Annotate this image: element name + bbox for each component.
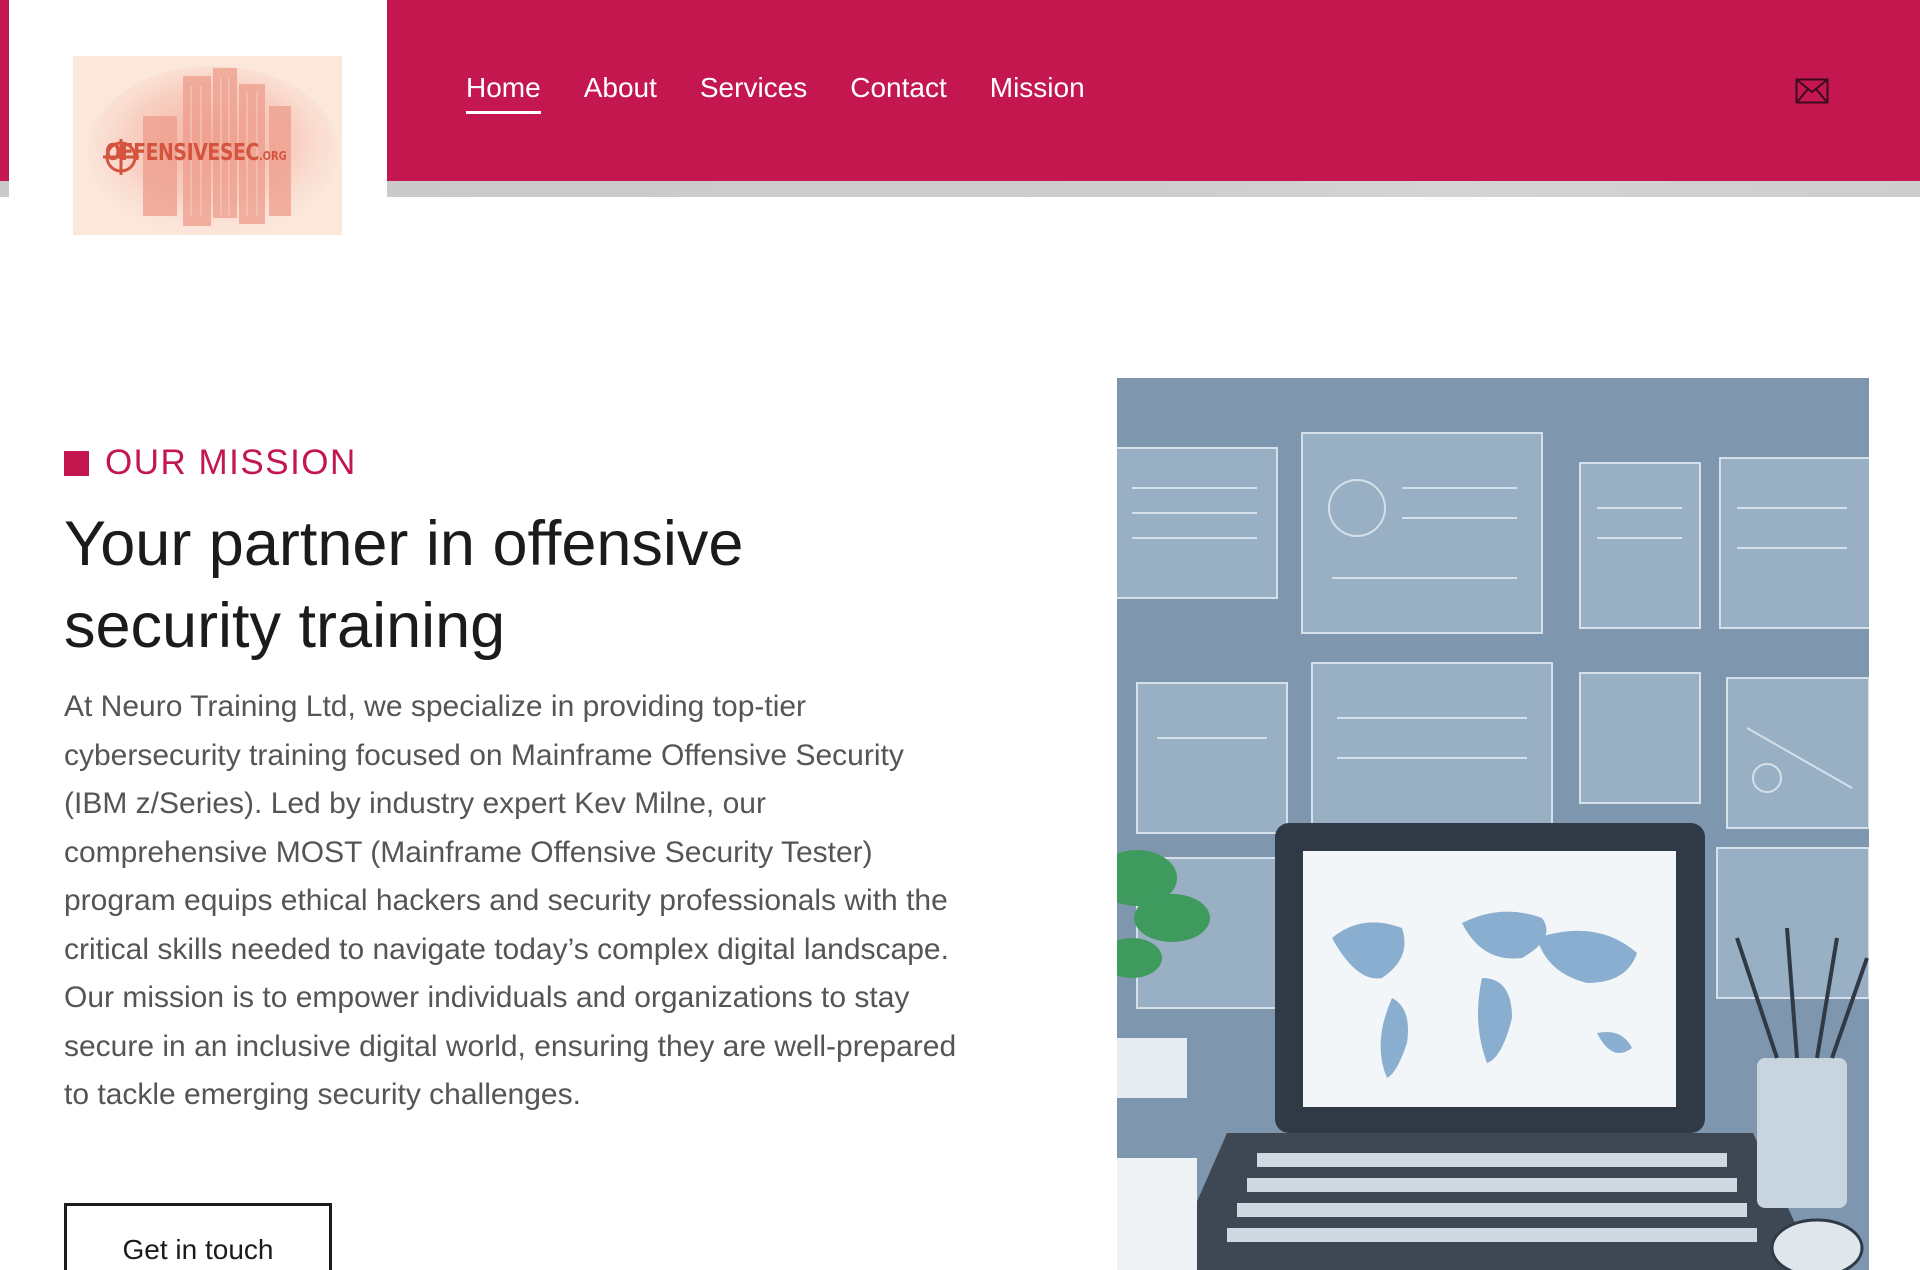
section-eyebrow: OUR MISSION: [64, 443, 357, 483]
eyebrow-marker: [64, 450, 89, 476]
nav-about[interactable]: About: [584, 72, 657, 114]
logo-panel: OFFENSIVESEC.ORG: [9, 0, 387, 235]
nav-home[interactable]: Home: [466, 72, 541, 114]
workspace-illustration: [1117, 378, 1869, 1270]
nav-mission[interactable]: Mission: [990, 72, 1085, 114]
site-logo[interactable]: OFFENSIVESEC.ORG: [73, 56, 342, 235]
page-title: Your partner in offensive security train…: [64, 509, 744, 661]
get-in-touch-button[interactable]: Get in touch: [64, 1203, 332, 1270]
logo-wordmark: OFFENSIVESEC.ORG: [105, 140, 287, 166]
nav-services[interactable]: Services: [700, 72, 807, 114]
mission-description: At Neuro Training Ltd, we specialize in …: [64, 690, 957, 1111]
nav-contact[interactable]: Contact: [850, 72, 947, 114]
main-nav: Home About Services Contact Mission: [466, 72, 1128, 114]
envelope-icon[interactable]: [1795, 78, 1829, 104]
eyebrow-label: OUR MISSION: [105, 443, 357, 482]
hero-illustration: [1117, 378, 1869, 1270]
